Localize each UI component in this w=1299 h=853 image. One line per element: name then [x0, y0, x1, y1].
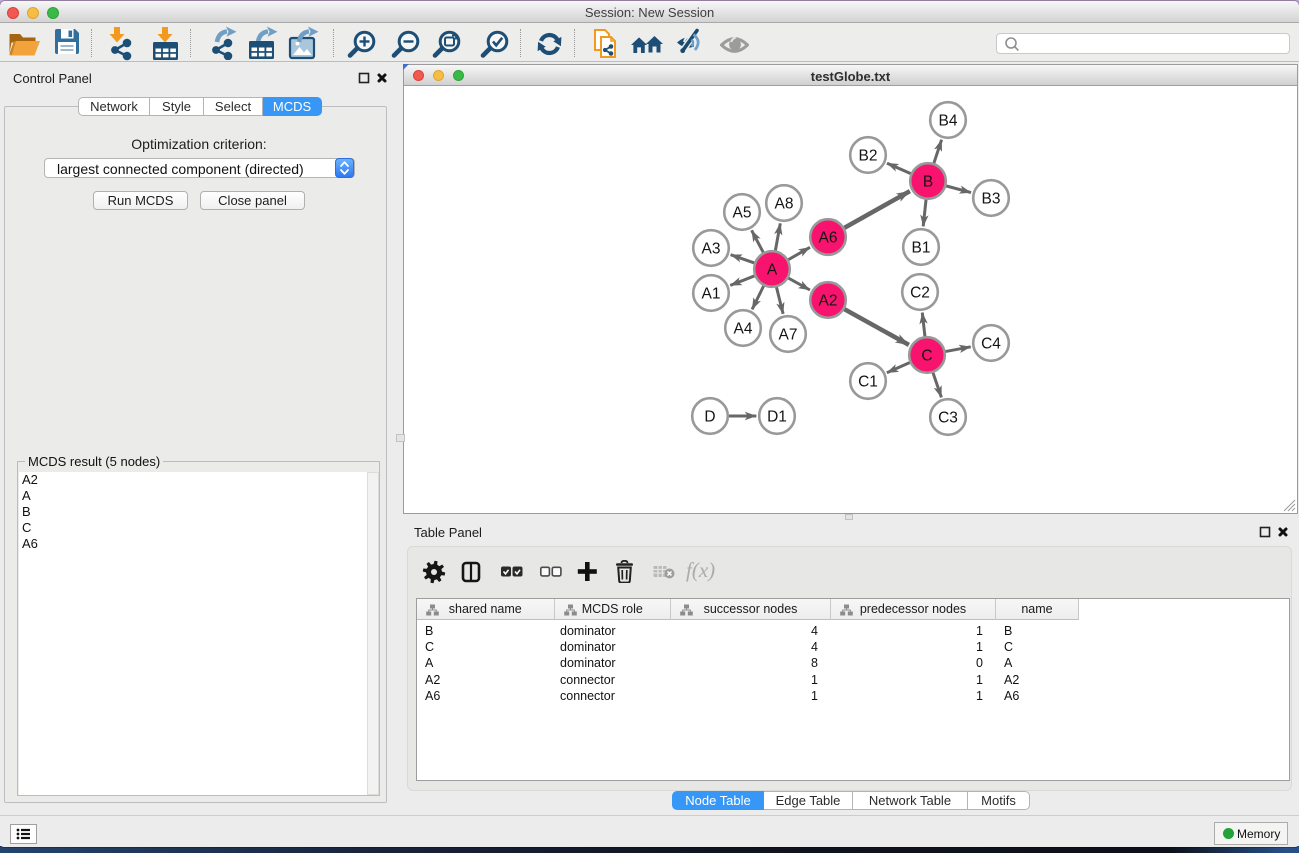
svg-text:A3: A3 — [702, 241, 721, 258]
svg-text:C2: C2 — [910, 285, 930, 302]
svg-text:D: D — [704, 409, 715, 426]
svg-text:A1: A1 — [702, 286, 721, 303]
svg-text:B1: B1 — [912, 240, 931, 257]
svg-text:B: B — [923, 174, 933, 191]
svg-text:A2: A2 — [819, 293, 838, 310]
svg-text:C1: C1 — [858, 374, 878, 391]
svg-text:A7: A7 — [779, 327, 798, 344]
svg-text:C4: C4 — [981, 336, 1001, 353]
svg-text:A4: A4 — [734, 321, 753, 338]
svg-text:A: A — [767, 262, 778, 279]
svg-text:B3: B3 — [982, 191, 1001, 208]
svg-text:A8: A8 — [775, 196, 794, 213]
svg-text:B4: B4 — [939, 113, 958, 130]
svg-text:A6: A6 — [819, 230, 838, 247]
svg-text:B2: B2 — [859, 148, 878, 165]
svg-text:C3: C3 — [938, 410, 958, 427]
svg-text:C: C — [921, 348, 932, 365]
svg-text:A5: A5 — [733, 205, 752, 222]
svg-text:D1: D1 — [767, 409, 787, 426]
